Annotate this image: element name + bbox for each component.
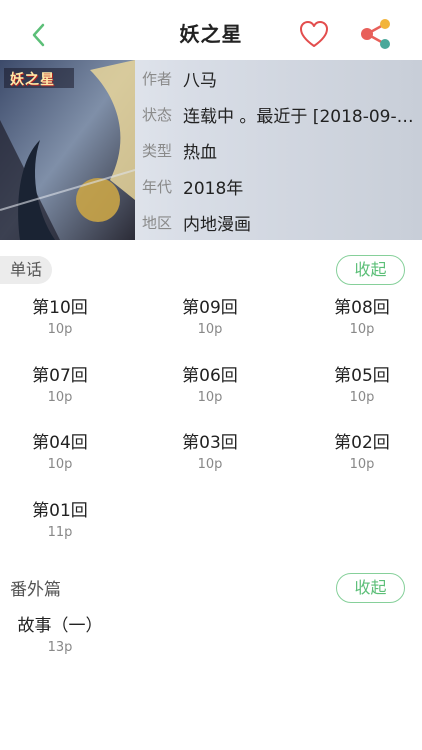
episode-item[interactable]: 故事（一） 13p xyxy=(0,615,120,658)
section-title: 番外篇 xyxy=(10,580,61,600)
meta-author-row: 作者 八马 xyxy=(142,60,422,96)
episode-title: 第01回 xyxy=(32,501,88,521)
episode-item[interactable]: 第07回 10p xyxy=(0,365,120,408)
episode-pages: 10p xyxy=(349,322,375,337)
episode-pages: 10p xyxy=(349,457,375,472)
share-icon xyxy=(361,19,390,49)
episode-pages: 10p xyxy=(197,322,223,337)
episode-item[interactable]: 第09回 10p xyxy=(150,297,270,340)
episode-title: 第10回 xyxy=(32,298,88,318)
episode-pages: 11p xyxy=(47,525,73,540)
navigation-bar: 妖之星 xyxy=(0,0,422,62)
episode-title: 第08回 xyxy=(334,298,390,318)
section-header-chapters: 单话 收起 xyxy=(0,253,422,287)
cover-image[interactable]: 妖之星 xyxy=(0,60,135,240)
episode-title: 第03回 xyxy=(182,433,238,453)
comic-info-panel: 妖之星 作者 八马 状态 连载中 。最近于 [2018-09-2... 类型 热… xyxy=(0,60,422,240)
genre-value: 热血 xyxy=(183,143,217,163)
episode-item[interactable]: 第08回 10p xyxy=(302,297,422,340)
episode-item[interactable]: 第10回 10p xyxy=(0,297,120,340)
favorite-button[interactable] xyxy=(298,19,330,49)
collapse-button[interactable]: 收起 xyxy=(336,573,405,603)
episode-title: 第04回 xyxy=(32,433,88,453)
episode-item[interactable]: 第05回 10p xyxy=(302,365,422,408)
share-button[interactable] xyxy=(358,16,394,52)
episode-title: 第09回 xyxy=(182,298,238,318)
episode-item[interactable]: 第01回 11p xyxy=(0,500,120,543)
meta-genre-row: 类型 热血 xyxy=(142,132,422,168)
meta-label: 作者 xyxy=(142,70,173,88)
episode-title: 第05回 xyxy=(334,366,390,386)
episode-pages: 10p xyxy=(197,390,223,405)
episode-title: 第02回 xyxy=(334,433,390,453)
cover-logo-text: 妖之星 xyxy=(10,72,55,88)
episode-title: 第07回 xyxy=(32,366,88,386)
meta-label: 类型 xyxy=(142,142,173,160)
episode-item[interactable]: 第02回 10p xyxy=(302,432,422,475)
section-title: 单话 xyxy=(0,256,53,284)
episode-item[interactable]: 第04回 10p xyxy=(0,432,120,475)
status-value: 连载中 。最近于 [2018-09-2... xyxy=(183,107,419,127)
collapse-button[interactable]: 收起 xyxy=(336,255,405,285)
episode-item[interactable]: 第03回 10p xyxy=(150,432,270,475)
episode-item[interactable]: 第06回 10p xyxy=(150,365,270,408)
meta-label: 年代 xyxy=(142,178,173,196)
heart-icon xyxy=(300,21,328,47)
episode-pages: 10p xyxy=(47,457,73,472)
year-value: 2018年 xyxy=(183,179,244,199)
region-value: 内地漫画 xyxy=(183,215,251,235)
episode-pages: 10p xyxy=(197,457,223,472)
meta-region-row: 地区 内地漫画 xyxy=(142,204,422,240)
episode-title: 故事（一） xyxy=(17,616,103,636)
meta-year-row: 年代 2018年 xyxy=(142,168,422,204)
episode-pages: 10p xyxy=(47,390,73,405)
episode-pages: 10p xyxy=(47,322,73,337)
section-header-extras: 番外篇 收起 xyxy=(0,571,422,605)
meta-status-row: 状态 连载中 。最近于 [2018-09-2... xyxy=(142,96,422,132)
meta-label: 状态 xyxy=(142,106,173,124)
author-value: 八马 xyxy=(183,71,217,91)
episode-pages: 13p xyxy=(47,640,73,655)
meta-label: 地区 xyxy=(142,214,173,232)
episode-title: 第06回 xyxy=(182,366,238,386)
episode-pages: 10p xyxy=(349,390,375,405)
